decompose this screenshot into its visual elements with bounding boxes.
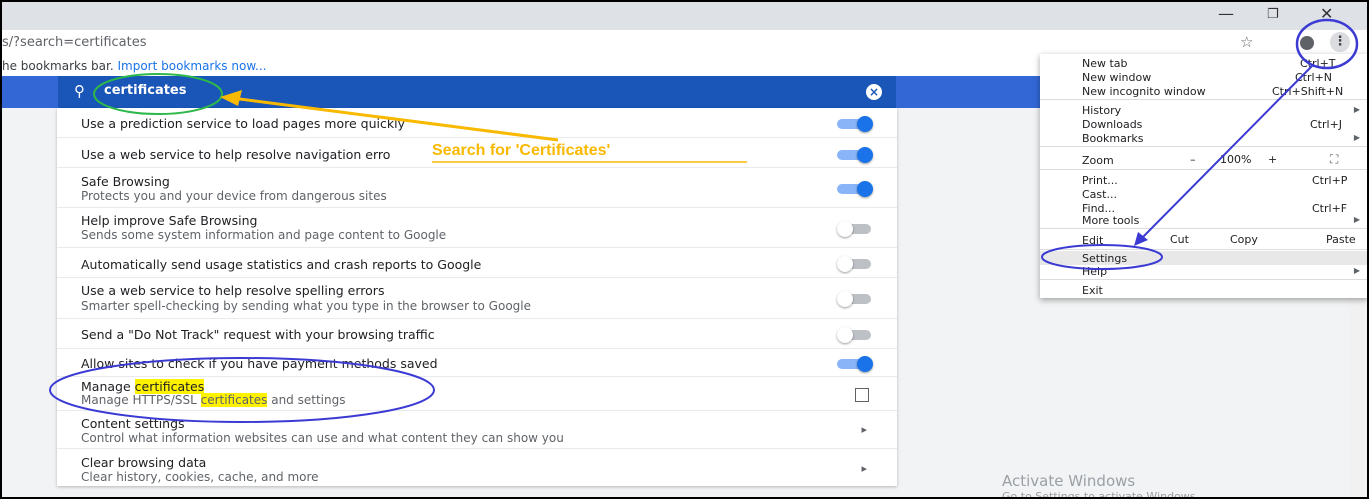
setting-title: Use a web service to help resolve naviga… [81, 147, 391, 162]
shortcut-label: Ctrl+J [1310, 118, 1343, 131]
close-icon[interactable]: ✕ [1320, 4, 1333, 23]
annotation-label: Search for 'Certificates' [432, 142, 611, 159]
menu-item-zoom: Zoom [1082, 154, 1114, 167]
toggle-switch[interactable] [837, 327, 873, 343]
toggle-switch[interactable] [837, 116, 873, 132]
toggle-switch[interactable] [837, 147, 873, 163]
setting-subtitle: Manage HTTPS/SSL certificates and settin… [81, 393, 346, 407]
setting-title: Automatically send usage statistics and … [81, 257, 482, 272]
search-input[interactable]: certificates [104, 83, 187, 98]
setting-row[interactable]: Send a "Do Not Track" request with your … [57, 318, 897, 349]
search-icon: ⚲ [74, 82, 85, 100]
setting-title: Clear browsing data [81, 455, 207, 470]
zoom-value: 100% [1220, 153, 1252, 166]
setting-title: Use a prediction service to load pages m… [81, 116, 405, 131]
settings-search-box[interactable]: ⚲ certificates × [58, 76, 896, 108]
setting-title: Help improve Safe Browsing [81, 213, 258, 228]
fullscreen-icon[interactable]: ⛶ [1330, 152, 1338, 167]
address-bar[interactable]: s/?search=certificates ☆ ⋮ [2, 30, 1367, 57]
setting-subtitle: Sends some system information and page c… [81, 228, 447, 242]
manage-certificates-row[interactable]: Manage certificates Manage HTTPS/SSL cer… [57, 376, 897, 411]
setting-subtitle: Control what information websites can us… [81, 431, 564, 445]
setting-title: Manage certificates [81, 379, 205, 394]
clear-search-icon[interactable]: × [866, 84, 882, 100]
toggle-switch[interactable] [837, 291, 873, 307]
activate-windows-watermark: Activate Windows Go to Settings to activ… [1002, 472, 1200, 499]
setting-subtitle: Smarter spell-checking by sending what y… [81, 299, 531, 313]
menu-item-print[interactable]: Print... [1082, 174, 1118, 187]
menu-item-more-tools[interactable]: More tools [1082, 214, 1139, 227]
setting-subtitle: Protects you and your device from danger… [81, 189, 387, 203]
submenu-arrow-icon: ▶ [1353, 133, 1360, 142]
shortcut-label: Ctrl+T [1300, 57, 1336, 70]
setting-row[interactable]: Help improve Safe Browsing Sends some sy… [57, 207, 897, 248]
menu-kebab-icon[interactable]: ⋮ [1330, 32, 1350, 52]
settings-card: Use a prediction service to load pages m… [57, 108, 897, 486]
toggle-switch[interactable] [837, 221, 873, 237]
menu-item-cast[interactable]: Cast... [1082, 188, 1117, 201]
setting-title: Allow sites to check if you have payment… [81, 356, 438, 371]
import-bookmarks-link[interactable]: Import bookmarks now... [117, 59, 266, 73]
chrome-menu: New tab Ctrl+T New window Ctrl+N New inc… [1040, 54, 1367, 298]
zoom-out-button[interactable]: – [1190, 153, 1196, 166]
open-external-icon[interactable] [855, 388, 869, 402]
menu-item-new-incognito-window[interactable]: New incognito window [1082, 85, 1206, 98]
setting-row[interactable]: Allow sites to check if you have payment… [57, 348, 897, 377]
toggle-switch[interactable] [837, 256, 873, 272]
menu-item-help[interactable]: Help [1082, 265, 1107, 278]
menu-item-edit: Edit [1082, 234, 1104, 247]
setting-row[interactable]: Automatically send usage statistics and … [57, 247, 897, 278]
cut-button[interactable]: Cut [1170, 233, 1189, 246]
toggle-switch[interactable] [837, 181, 873, 197]
shortcut-label: Ctrl+Shift+N [1272, 85, 1344, 98]
profile-avatar-icon[interactable] [1300, 36, 1314, 50]
setting-row[interactable]: Use a prediction service to load pages m… [57, 108, 897, 137]
browser-window: — ❐ ✕ s/?search=certificates ☆ ⋮ he book… [0, 0, 1369, 499]
copy-button[interactable]: Copy [1230, 233, 1258, 246]
title-bar: — ❐ ✕ [2, 2, 1367, 30]
submenu-arrow-icon: ▶ [1353, 266, 1360, 275]
shortcut-label: Ctrl+F [1312, 202, 1348, 215]
setting-title: Content settings [81, 416, 185, 431]
setting-row[interactable]: Safe Browsing Protects you and your devi… [57, 167, 897, 208]
menu-item-bookmarks[interactable]: Bookmarks [1082, 132, 1143, 145]
menu-item-new-window[interactable]: New window [1082, 71, 1151, 84]
submenu-arrow-icon: ▶ [1353, 215, 1360, 224]
shortcut-label: Ctrl+N [1295, 71, 1333, 84]
setting-title: Send a "Do Not Track" request with your … [81, 327, 435, 342]
menu-item-history[interactable]: History [1082, 104, 1121, 117]
url-text[interactable]: s/?search=certificates [2, 35, 147, 50]
menu-item-downloads[interactable]: Downloads [1082, 118, 1142, 131]
restore-icon[interactable]: ❐ [1267, 7, 1279, 22]
setting-row[interactable]: Clear browsing data Clear history, cooki… [57, 448, 897, 487]
shortcut-label: Ctrl+P [1312, 174, 1348, 187]
setting-row[interactable]: Use a web service to help resolve spelli… [57, 277, 897, 319]
minimize-icon[interactable]: — [1218, 4, 1234, 23]
menu-item-new-tab[interactable]: New tab [1082, 57, 1128, 70]
bookmarks-bar-text: he bookmarks bar. [2, 59, 118, 73]
zoom-in-button[interactable]: + [1268, 153, 1277, 166]
toggle-switch[interactable] [837, 356, 873, 372]
menu-item-settings[interactable]: Settings [1082, 252, 1127, 265]
chevron-right-icon[interactable]: ▸ [861, 423, 867, 436]
setting-subtitle: Clear history, cookies, cache, and more [81, 470, 319, 484]
setting-title: Use a web service to help resolve spelli… [81, 283, 385, 298]
setting-row[interactable]: Content settings Control what informatio… [57, 410, 897, 449]
submenu-arrow-icon: ▶ [1353, 105, 1360, 114]
menu-item-exit[interactable]: Exit [1082, 284, 1103, 297]
paste-button[interactable]: Paste [1326, 233, 1356, 246]
bookmark-star-icon[interactable]: ☆ [1240, 33, 1253, 51]
chevron-right-icon[interactable]: ▸ [861, 462, 867, 475]
setting-title: Safe Browsing [81, 174, 170, 189]
